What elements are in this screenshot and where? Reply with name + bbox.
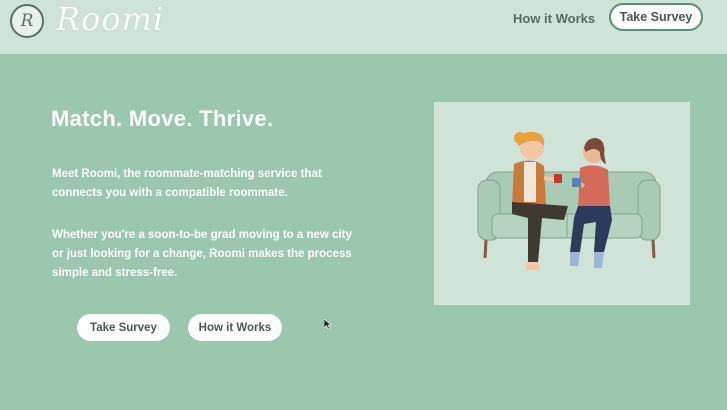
nav-take-survey-button[interactable]: Take Survey: [609, 3, 703, 31]
nav-how-it-works-link[interactable]: How it Works: [513, 11, 595, 26]
how-it-works-button[interactable]: How it Works: [188, 314, 282, 341]
brand-name[interactable]: Roomi: [56, 0, 164, 38]
hero-headline: Match. Move. Thrive.: [51, 106, 274, 131]
mouse-pointer-icon: [323, 317, 332, 335]
logo-icon[interactable]: R: [10, 4, 44, 38]
top-header: R Roomi How it Works Take Survey: [0, 0, 727, 54]
roommates-on-couch-illustration: [477, 131, 661, 270]
take-survey-button[interactable]: Take Survey: [77, 314, 170, 341]
hero-illustration: [434, 102, 690, 305]
couch: [477, 171, 661, 259]
hero-intro-text: Meet Roomi, the roommate-matching servic…: [52, 168, 322, 199]
logo-letter: R: [20, 11, 34, 31]
hero-description-text: Whether you're a soon-to-be grad moving …: [52, 229, 352, 279]
